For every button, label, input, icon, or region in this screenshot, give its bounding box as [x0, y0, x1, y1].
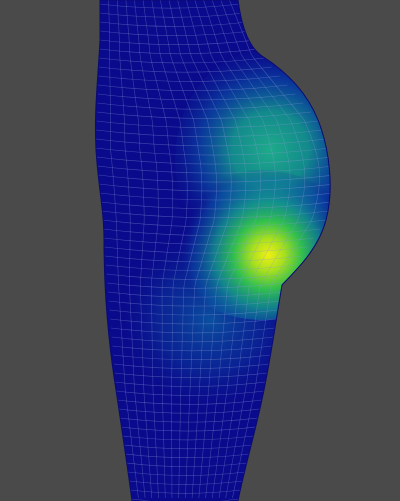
- mesh-render: [0, 0, 400, 501]
- 3d-viewport[interactable]: [0, 0, 400, 501]
